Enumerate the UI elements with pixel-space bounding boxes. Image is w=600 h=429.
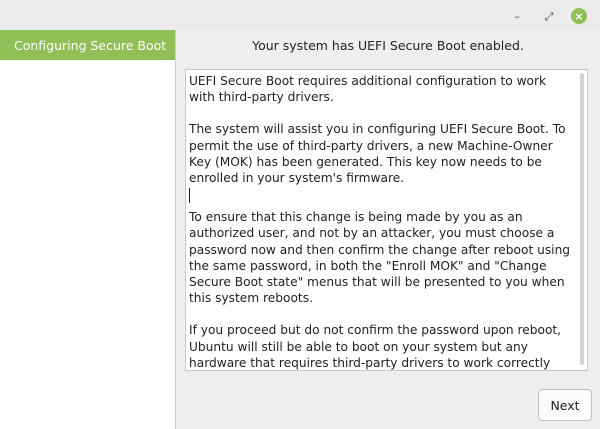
- close-icon[interactable]: ×: [571, 8, 587, 24]
- page-title: Your system has UEFI Secure Boot enabled…: [252, 38, 524, 53]
- vertical-scrollbar[interactable]: [580, 73, 584, 365]
- sidebar-item-label: Configuring Secure Boot: [14, 37, 167, 53]
- sidebar-item-configuring-secure-boot[interactable]: Configuring Secure Boot: [0, 30, 175, 60]
- info-paragraph-3: To ensure that this change is being made…: [189, 210, 571, 306]
- info-paragraph-4: If you proceed but do not confirm the pa…: [189, 323, 562, 370]
- info-paragraph-2: The system will assist you in configurin…: [189, 122, 566, 186]
- info-text-content: UEFI Secure Boot requires additional con…: [189, 73, 573, 370]
- sidebar: Configuring Secure Boot: [0, 30, 176, 429]
- maximize-icon[interactable]: ⤢: [541, 8, 557, 24]
- info-text-view[interactable]: UEFI Secure Boot requires additional con…: [185, 69, 588, 371]
- title-bar: – ⤢ ×: [0, 0, 600, 30]
- info-paragraph-1: UEFI Secure Boot requires additional con…: [189, 74, 547, 105]
- text-cursor: [189, 188, 190, 204]
- minimize-icon[interactable]: –: [509, 8, 525, 24]
- next-button[interactable]: Next: [538, 389, 592, 421]
